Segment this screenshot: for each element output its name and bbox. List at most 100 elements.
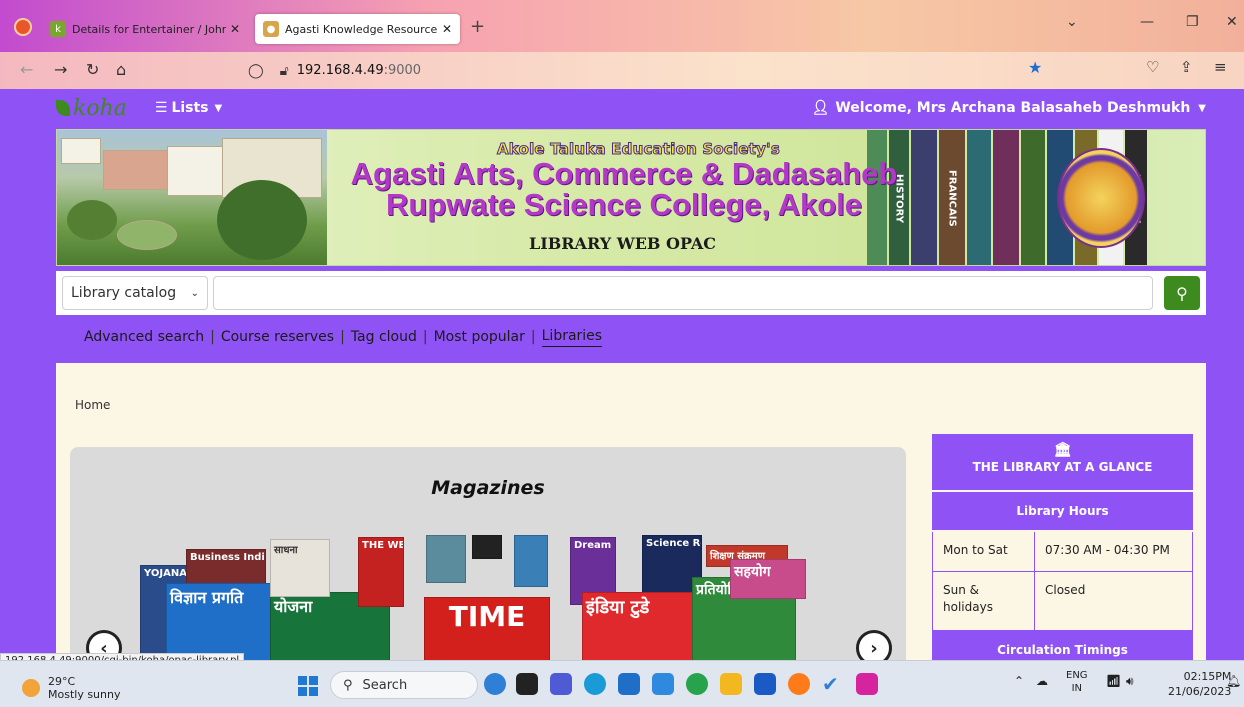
whatsapp-icon[interactable] (686, 673, 708, 695)
new-tab-button[interactable]: + (470, 16, 485, 37)
glance-title: THE LIBRARY AT A GLANCE (972, 460, 1153, 474)
search-icon: ⚲ (343, 677, 353, 693)
hours-day: Mon to Sat (933, 532, 1035, 571)
lists-menu[interactable]: ☰ Lists ▼ (155, 100, 222, 116)
weather-temp: 29°C (48, 675, 76, 688)
url-bar[interactable]: ◯ 🔓︎ 192.168.4.49:9000 (240, 56, 1060, 85)
wifi-icon[interactable]: 📶︎ (1106, 674, 1121, 688)
opac-masthead: koha ☰ Lists ▼ 👤︎ Welcome, Mrs Archana Bala… (56, 89, 1206, 127)
carousel-next-button[interactable]: › (856, 630, 892, 660)
tab-title: Agasti Knowledge Resource Ce (285, 22, 438, 36)
banner-college-name: Agasti Arts, Commerce & Dadasaheb Rupwat… (319, 158, 929, 220)
glance-header: 🏛︎ THE LIBRARY AT A GLANCE (932, 434, 1193, 492)
magazine-cover[interactable]: साधना (270, 539, 330, 597)
link-course-reserves[interactable]: Course reserves (221, 329, 334, 345)
koha-leaf-icon (56, 100, 70, 116)
college-seal-icon (1057, 148, 1145, 248)
koha-logo-text: koha (73, 95, 127, 121)
notification-bell-icon[interactable]: 🔔︎ (1226, 674, 1241, 688)
mail-icon[interactable] (618, 673, 640, 695)
hours-day: Sun & holidays (933, 572, 1035, 630)
link-most-popular[interactable]: Most popular (434, 329, 525, 345)
carousel-title: Magazines (431, 477, 545, 499)
instagram-icon[interactable] (856, 673, 878, 695)
koha-favicon-icon: k (50, 21, 66, 37)
region-code: IN (1071, 683, 1082, 694)
url-port: :9000 (383, 63, 422, 78)
windows-start-icon[interactable] (298, 676, 318, 696)
search-input[interactable] (213, 276, 1153, 310)
volume-icon[interactable]: 🔊︎ (1126, 674, 1134, 689)
launcher-icon[interactable] (652, 673, 674, 695)
list-icon: ☰ (154, 100, 168, 116)
bing-icon[interactable] (484, 673, 506, 695)
magazine-cover[interactable]: इंडिया टुडे (582, 592, 702, 660)
back-arrow-icon[interactable]: ← (20, 60, 33, 79)
weather-sun-icon (22, 679, 40, 697)
taskbar-search[interactable]: ⚲ Search (330, 671, 478, 699)
circulation-heading: Circulation Timings (997, 643, 1128, 657)
edge-icon[interactable] (584, 673, 606, 695)
search-button[interactable]: ⚲ (1164, 276, 1200, 310)
minimize-icon[interactable]: — (1140, 14, 1154, 30)
close-window-icon[interactable]: ✕ (1226, 14, 1238, 30)
file-explorer-icon[interactable] (720, 673, 742, 695)
forward-arrow-icon[interactable]: → (54, 60, 67, 79)
task-view-icon[interactable] (516, 673, 538, 695)
library-building-icon: 🏛︎ (1053, 442, 1072, 458)
search-icon: ⚲ (1176, 283, 1188, 303)
link-libraries[interactable]: Libraries (541, 328, 603, 347)
user-icon: 👤︎ (811, 100, 830, 116)
main-content: Home Magazines YOJANA Business India विज… (56, 363, 1206, 660)
user-menu[interactable]: 👤︎ Welcome, Mrs Archana Balasaheb Deshmuk… (812, 100, 1206, 116)
taskbar-clock[interactable]: 02:15PM 21/06/2023 (1168, 669, 1231, 699)
magazine-cover[interactable]: THE WEEK (358, 537, 404, 607)
pocket-icon[interactable]: ♡ (1146, 58, 1159, 76)
college-banner: HISTORY FRANCAIS GEOGRAPHY PHYSICS HISTO… (56, 129, 1206, 266)
language-indicator[interactable]: ENG IN (1066, 669, 1088, 695)
bookmark-star-icon[interactable]: ★ (1028, 58, 1042, 77)
meet-icon[interactable] (550, 673, 572, 695)
close-tab-icon[interactable]: ✕ (442, 22, 452, 36)
restore-icon[interactable]: ❐ (1186, 14, 1199, 30)
welcome-text: Welcome, Mrs Archana Balasaheb Deshmukh (835, 100, 1191, 116)
app-menu-icon[interactable]: ≡ (1214, 58, 1227, 76)
campus-photo (57, 130, 327, 265)
todo-check-icon[interactable]: ✔ (822, 673, 844, 695)
breadcrumb[interactable]: Home (75, 398, 110, 412)
taskbar-search-label: Search (362, 677, 408, 693)
link-tag-cloud[interactable]: Tag cloud (351, 329, 417, 345)
home-icon[interactable]: ⌂ (116, 60, 126, 79)
book-spine: FRANCAIS (939, 130, 965, 265)
koha-logo[interactable]: koha (56, 96, 127, 121)
weather-desc: Mostly sunny (48, 688, 121, 701)
close-tab-icon[interactable]: ✕ (230, 22, 240, 36)
hours-row: Sun & holidays Closed (932, 572, 1193, 630)
opac-nav-links: Advanced search | Course reserves | Tag cl… (84, 327, 603, 347)
tab-list-chevron-icon[interactable]: ⌄ (1066, 14, 1078, 30)
shield-icon: ◯ (248, 62, 264, 79)
magazine-cover[interactable]: सहयोग (730, 559, 806, 599)
firefox-icon[interactable] (788, 673, 810, 695)
caret-down-icon: ▼ (1198, 102, 1206, 114)
tray-overflow-icon[interactable]: ⌃ (1014, 674, 1024, 688)
opac-page: koha ☰ Lists ▼ 👤︎ Welcome, Mrs Archana Bala… (0, 89, 1244, 660)
magazine-cover[interactable]: TIME (424, 597, 550, 660)
reload-icon[interactable]: ↻ (86, 60, 99, 79)
browser-tab-agasti[interactable]: ● Agasti Knowledge Resource Ce ✕ (255, 14, 460, 44)
search-bar: Library catalog ⌄ ⚲ (56, 271, 1206, 315)
browser-tab-entertainer[interactable]: k Details for Entertainer / John Ol ✕ (42, 14, 248, 44)
share-icon[interactable]: ⇪ (1180, 58, 1193, 76)
store-icon[interactable] (754, 673, 776, 695)
college-line-1: Agasti Arts, Commerce & Dadasaheb (350, 156, 898, 191)
link-advanced-search[interactable]: Advanced search (84, 329, 204, 345)
search-scope-select[interactable]: Library catalog ⌄ (62, 276, 208, 310)
weather-widget[interactable]: 29°C Mostly sunny (22, 675, 120, 701)
tab-title: Details for Entertainer / John Ol (72, 22, 226, 36)
clock-time: 02:15PM (1183, 670, 1232, 683)
firefox-menu-icon[interactable] (14, 18, 32, 36)
onedrive-icon[interactable]: ☁ (1036, 674, 1048, 688)
magazine-cover[interactable]: विज्ञान प्रगति (166, 583, 276, 660)
magazine-carousel: Magazines YOJANA Business India विज्ञान … (70, 447, 906, 660)
hours-time: Closed (1045, 583, 1086, 597)
